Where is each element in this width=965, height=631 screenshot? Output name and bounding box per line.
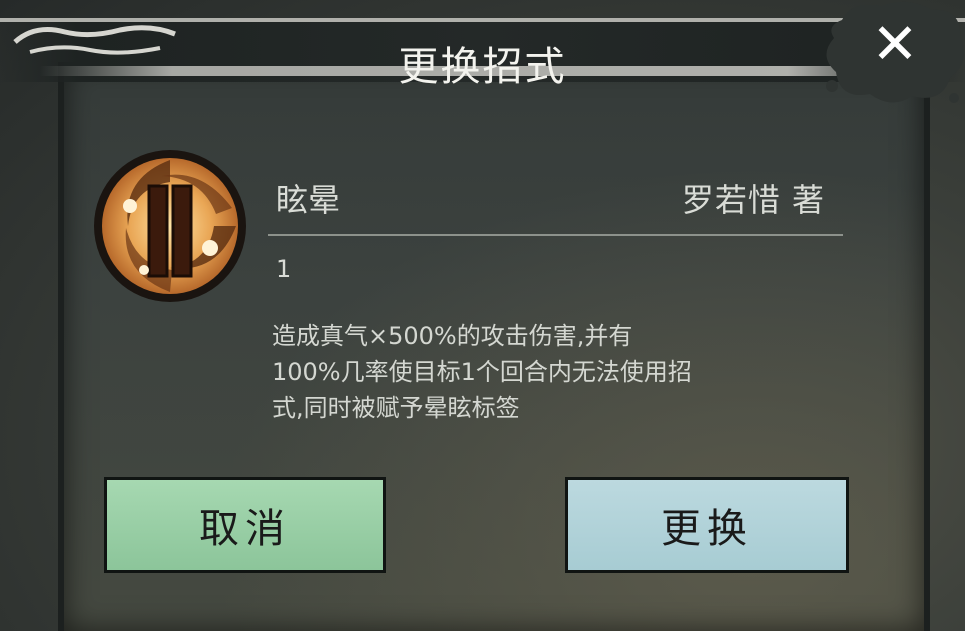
swap-button[interactable]: 更换	[565, 477, 849, 573]
cancel-button[interactable]: 取消	[104, 477, 386, 573]
skill-level: 1	[276, 255, 292, 283]
divider	[268, 234, 843, 236]
dialog-title: 更换招式	[398, 44, 567, 90]
stun-skill-icon	[94, 150, 246, 302]
description-line: 式,同时被赋予晕眩标签	[272, 394, 520, 422]
description-line: 100%几率使目标1个回合内无法使用招	[272, 358, 692, 386]
close-icon: ✕	[871, 11, 919, 77]
description-line: 造成真气×500%的攻击伤害,并有	[272, 322, 633, 350]
skill-name: 眩晕	[276, 181, 341, 219]
dialog-title-bar: 更换招式	[0, 18, 965, 90]
skill-author: 罗若惜 著	[681, 181, 825, 219]
close-button[interactable]: ✕	[860, 11, 930, 77]
skill-description: 造成真气×500%的攻击伤害,并有 100%几率使目标1个回合内无法使用招 式,…	[272, 318, 812, 426]
